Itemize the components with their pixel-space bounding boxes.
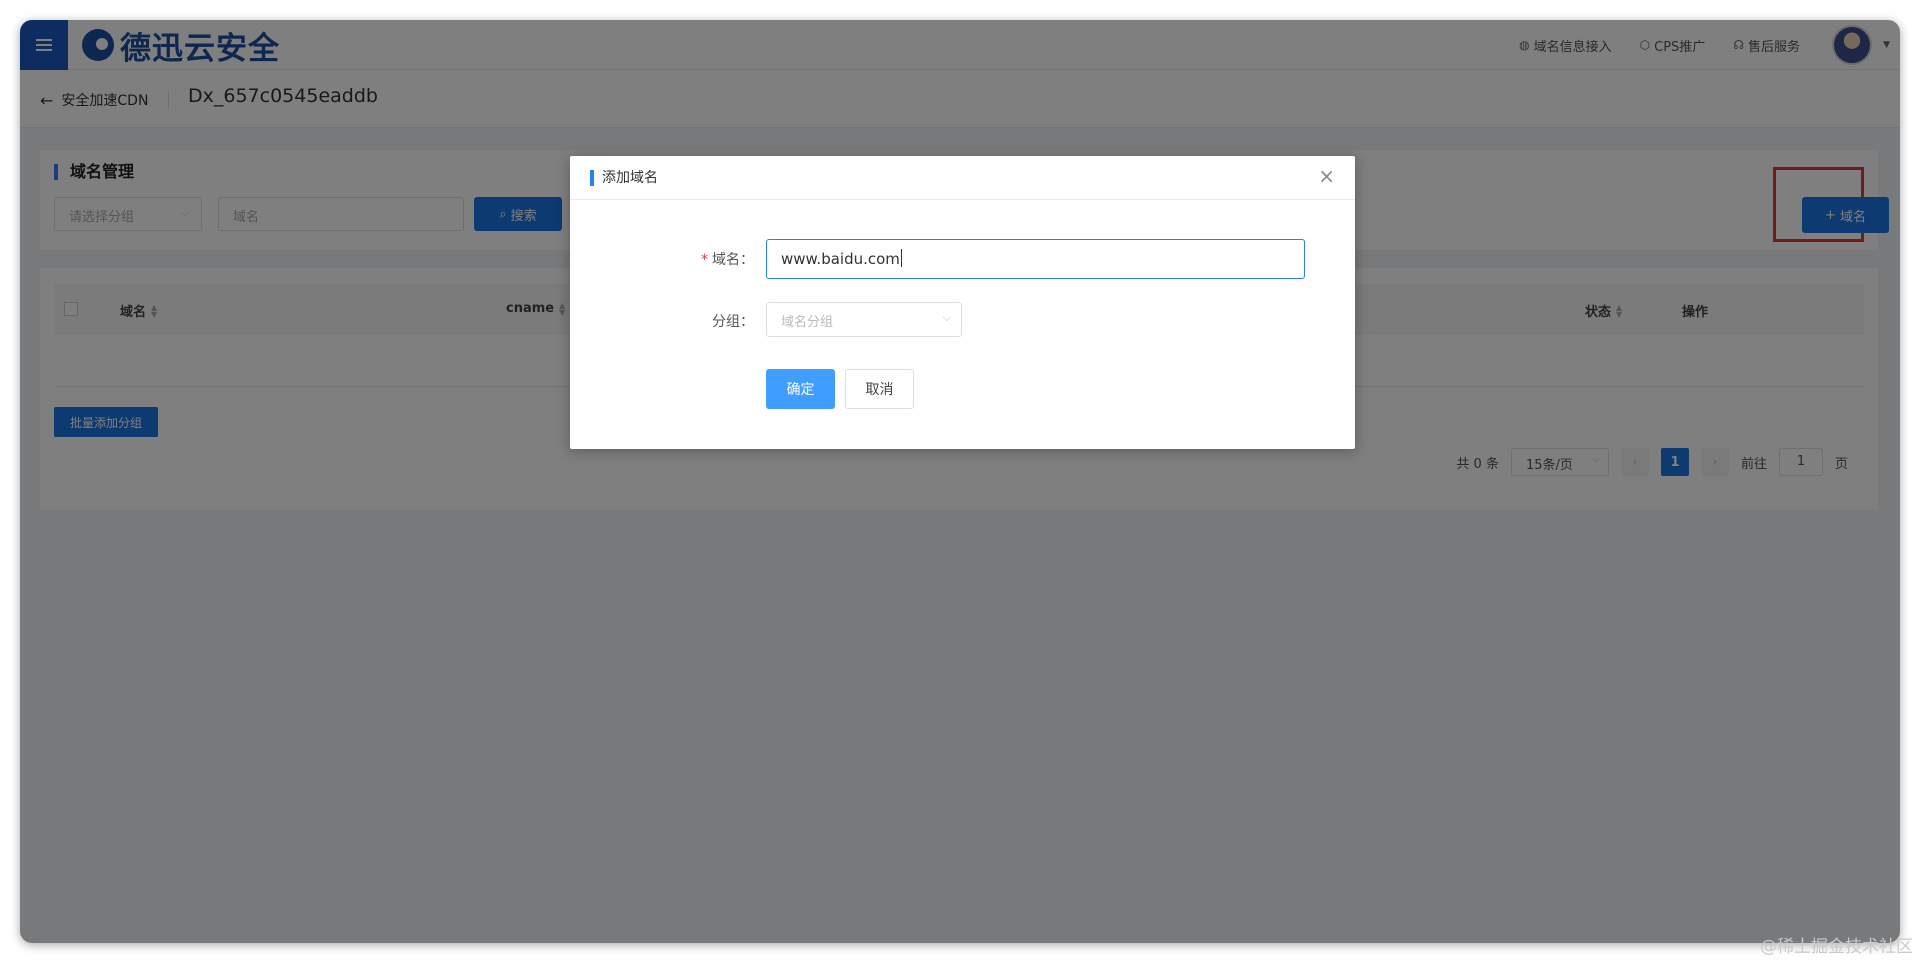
required-marker: * [701, 252, 708, 268]
label-text: 域名： [712, 252, 754, 268]
close-icon[interactable]: × [1318, 166, 1335, 186]
dialog-title: 添加域名 [590, 170, 658, 186]
group-select[interactable]: 域名分组 ⌵ [766, 302, 962, 337]
watermark: @稀土掘金技术社区 [1760, 937, 1913, 957]
app-window: 德迅云安全 ◍ 域名信息接入 ⬡ CPS推广 ☊ 售后服务 ▼ ← 安全加速CD… [20, 20, 1900, 943]
domain-field[interactable]: www.baidu.com [766, 239, 1305, 279]
text-cursor [900, 249, 902, 267]
confirm-button[interactable]: 确定 [766, 369, 835, 409]
domain-field-label: * 域名： [634, 249, 754, 269]
group-select-placeholder: 域名分组 [781, 315, 834, 330]
dialog-header: 添加域名 × [570, 156, 1355, 200]
chevron-down-icon: ⌵ [942, 311, 951, 324]
cancel-button[interactable]: 取消 [845, 369, 914, 409]
add-domain-dialog: 添加域名 × * 域名： www.baidu.com 分组： 域名分组 ⌵ 确定 … [570, 156, 1355, 449]
domain-field-value: www.baidu.com [781, 250, 900, 268]
group-field-label: 分组： [712, 314, 754, 330]
